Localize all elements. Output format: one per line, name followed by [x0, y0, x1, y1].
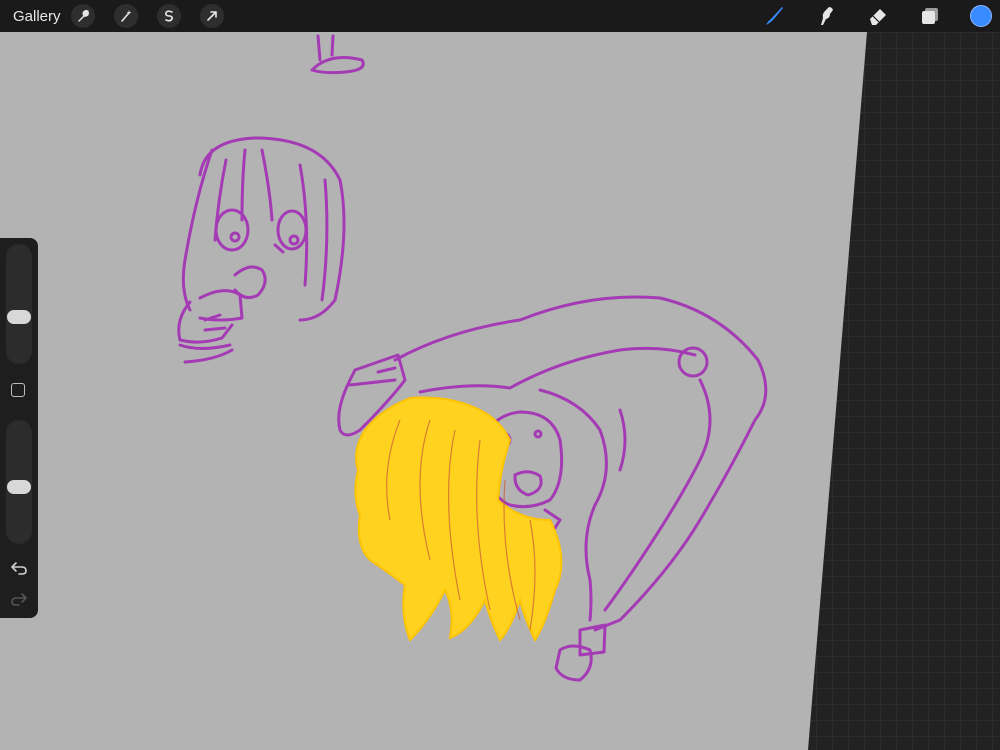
brush-size-slider[interactable] [6, 244, 32, 364]
opacity-thumb[interactable] [7, 480, 31, 494]
selection-icon[interactable] [156, 4, 181, 28]
magic-wand-icon[interactable] [113, 4, 138, 28]
sidebar [0, 238, 38, 618]
wrench-icon[interactable] [70, 4, 95, 28]
transform-arrow-icon[interactable] [199, 4, 224, 28]
smudge-icon[interactable] [814, 4, 838, 28]
top-toolbar: Gallery [0, 0, 1000, 32]
eraser-icon[interactable] [866, 4, 890, 28]
opacity-slider[interactable] [6, 420, 32, 544]
right-toolset [762, 0, 1000, 32]
modify-square-icon[interactable] [11, 383, 25, 397]
layers-icon[interactable] [918, 4, 942, 28]
redo-icon[interactable] [9, 590, 29, 608]
drawing-canvas[interactable] [0, 0, 1000, 750]
color-picker-button[interactable] [970, 5, 992, 27]
gallery-button[interactable]: Gallery [13, 8, 61, 25]
undo-icon[interactable] [9, 559, 29, 577]
brush-size-thumb[interactable] [7, 310, 31, 324]
brush-icon[interactable] [762, 4, 786, 28]
